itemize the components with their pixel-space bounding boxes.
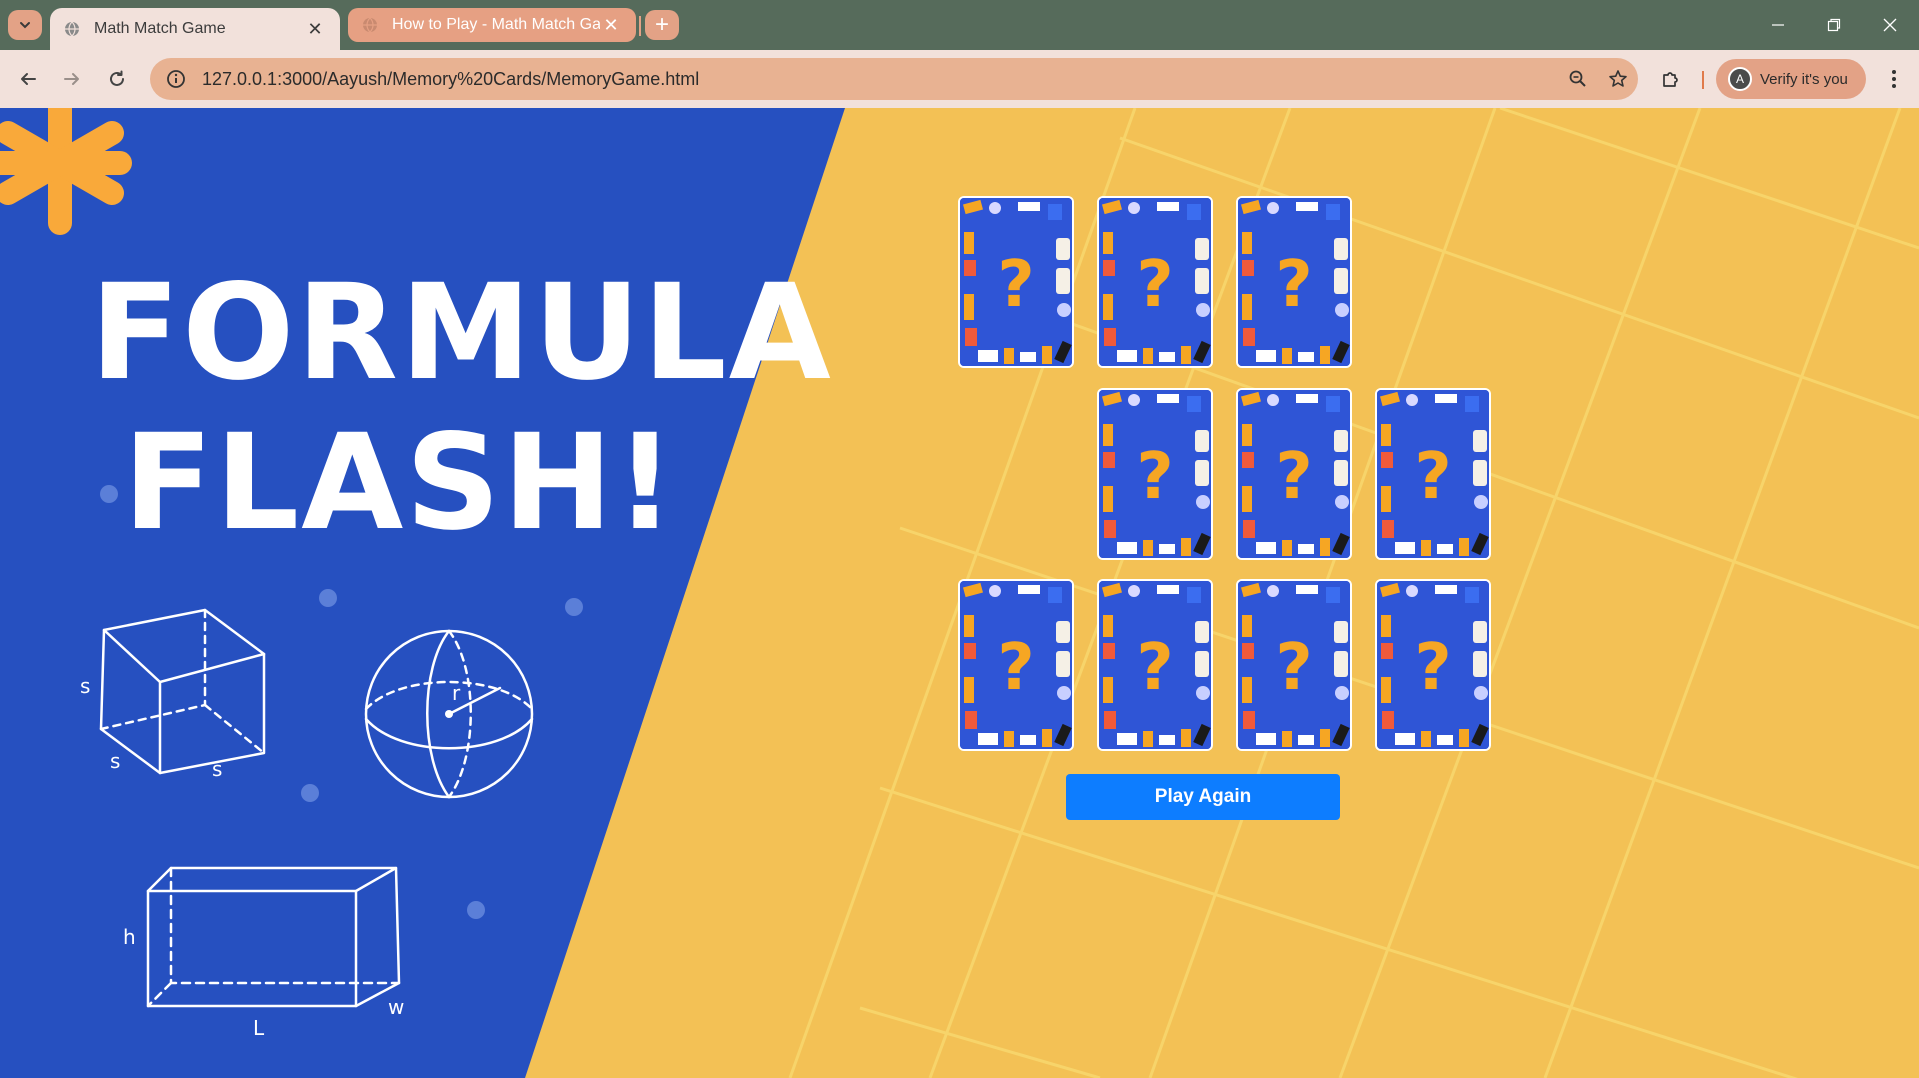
prism-label-l: L (253, 1016, 265, 1040)
address-bar[interactable]: 127.0.0.1:3000/Aayush/Memory%20Cards/Mem… (150, 58, 1638, 100)
browser-toolbar: 127.0.0.1:3000/Aayush/Memory%20Cards/Mem… (0, 50, 1919, 108)
globe-icon (64, 21, 80, 37)
card-back-pattern: ? (960, 581, 1072, 749)
new-tab-button[interactable]: + (645, 10, 679, 40)
card-back-pattern: ? (1377, 390, 1489, 558)
sphere-label-r: r (452, 681, 461, 705)
close-tab-icon[interactable]: ✕ (304, 18, 326, 40)
tab-how-to-play[interactable]: How to Play - Math Match Game ✕ (348, 8, 636, 42)
close-window-button[interactable] (1862, 8, 1918, 42)
minimize-button[interactable] (1750, 8, 1806, 42)
memory-card[interactable]: ? (1375, 388, 1491, 560)
arrow-left-icon (21, 73, 36, 85)
arrow-right-icon (64, 73, 79, 85)
puzzle-icon (1663, 72, 1678, 87)
tab-title: Math Match Game (94, 20, 226, 37)
toolbar-separator (1702, 71, 1704, 89)
card-back-pattern: ? (1238, 198, 1350, 366)
restore-icon (1827, 18, 1841, 32)
tab-search-button[interactable] (8, 10, 42, 40)
question-mark-icon: ? (1275, 631, 1312, 705)
question-mark-icon: ? (1136, 631, 1173, 705)
card-back-pattern: ? (1238, 390, 1350, 558)
geometry-doodles: s s s r h L w (80, 608, 534, 1040)
tab-separator (639, 16, 641, 36)
game-page: FORMULA FLASH! s s s r h L w ? ? ? ? ? ?… (0, 108, 1919, 1078)
tab-title: How to Play - Math Match Game (392, 16, 600, 33)
memory-card[interactable]: ? (1236, 196, 1352, 368)
minimize-icon (1772, 24, 1784, 26)
bookmark-star-icon[interactable] (1598, 58, 1638, 100)
card-back-pattern: ? (1377, 581, 1489, 749)
rectangular-prism-icon (146, 866, 401, 1008)
close-icon (1883, 18, 1897, 32)
play-again-button[interactable]: Play Again (1066, 774, 1340, 820)
chevron-down-icon (20, 22, 30, 29)
card-back-pattern: ? (1099, 581, 1211, 749)
browser-menu-button[interactable] (1878, 63, 1910, 95)
memory-card[interactable]: ? (1097, 196, 1213, 368)
memory-card[interactable]: ? (1097, 388, 1213, 560)
prism-label-w: w (388, 995, 404, 1019)
card-back-pattern: ? (1099, 390, 1211, 558)
memory-card[interactable]: ? (1236, 579, 1352, 751)
reload-icon (110, 70, 124, 86)
prism-label-h: h (123, 925, 136, 949)
memory-card[interactable]: ? (1097, 579, 1213, 751)
cube-label-s-bottom-left: s (110, 749, 120, 773)
question-mark-icon: ? (1414, 631, 1451, 705)
memory-card[interactable]: ? (1375, 579, 1491, 751)
card-back-pattern: ? (960, 198, 1072, 366)
question-mark-icon: ? (997, 248, 1034, 322)
close-tab-icon[interactable]: ✕ (600, 14, 622, 36)
cube-label-s-left: s (80, 674, 90, 698)
zoom-icon[interactable] (1558, 58, 1598, 100)
card-back-pattern: ? (1238, 581, 1350, 749)
forward-button[interactable] (56, 63, 88, 95)
profile-verify-button[interactable]: A Verify it's you (1716, 59, 1866, 99)
avatar: A (1728, 67, 1752, 91)
plus-icon: + (654, 11, 669, 38)
card-back-pattern: ? (1099, 198, 1211, 366)
memory-card[interactable]: ? (958, 196, 1074, 368)
back-button[interactable] (12, 63, 44, 95)
reload-button[interactable] (101, 63, 133, 95)
question-mark-icon: ? (1136, 248, 1173, 322)
more-vertical-icon (1892, 70, 1896, 88)
cube-icon (99, 608, 266, 775)
memory-card[interactable]: ? (1236, 388, 1352, 560)
cube-label-s-bottom-right: s (212, 757, 222, 781)
url-text[interactable]: 127.0.0.1:3000/Aayush/Memory%20Cards/Mem… (198, 69, 1558, 90)
question-mark-icon: ? (1414, 440, 1451, 514)
memory-card[interactable]: ? (958, 579, 1074, 751)
question-mark-icon: ? (1275, 248, 1312, 322)
question-mark-icon: ? (997, 631, 1034, 705)
extensions-button[interactable] (1655, 63, 1687, 95)
site-info-icon[interactable] (154, 58, 198, 100)
tab-math-match-game[interactable]: Math Match Game ✕ (50, 8, 340, 50)
restore-button[interactable] (1806, 8, 1862, 42)
tab-strip: Math Match Game ✕ How to Play - Math Mat… (0, 0, 1919, 50)
verify-label: Verify it's you (1760, 70, 1848, 88)
globe-icon (362, 17, 378, 33)
question-mark-icon: ? (1136, 440, 1173, 514)
question-mark-icon: ? (1275, 440, 1312, 514)
